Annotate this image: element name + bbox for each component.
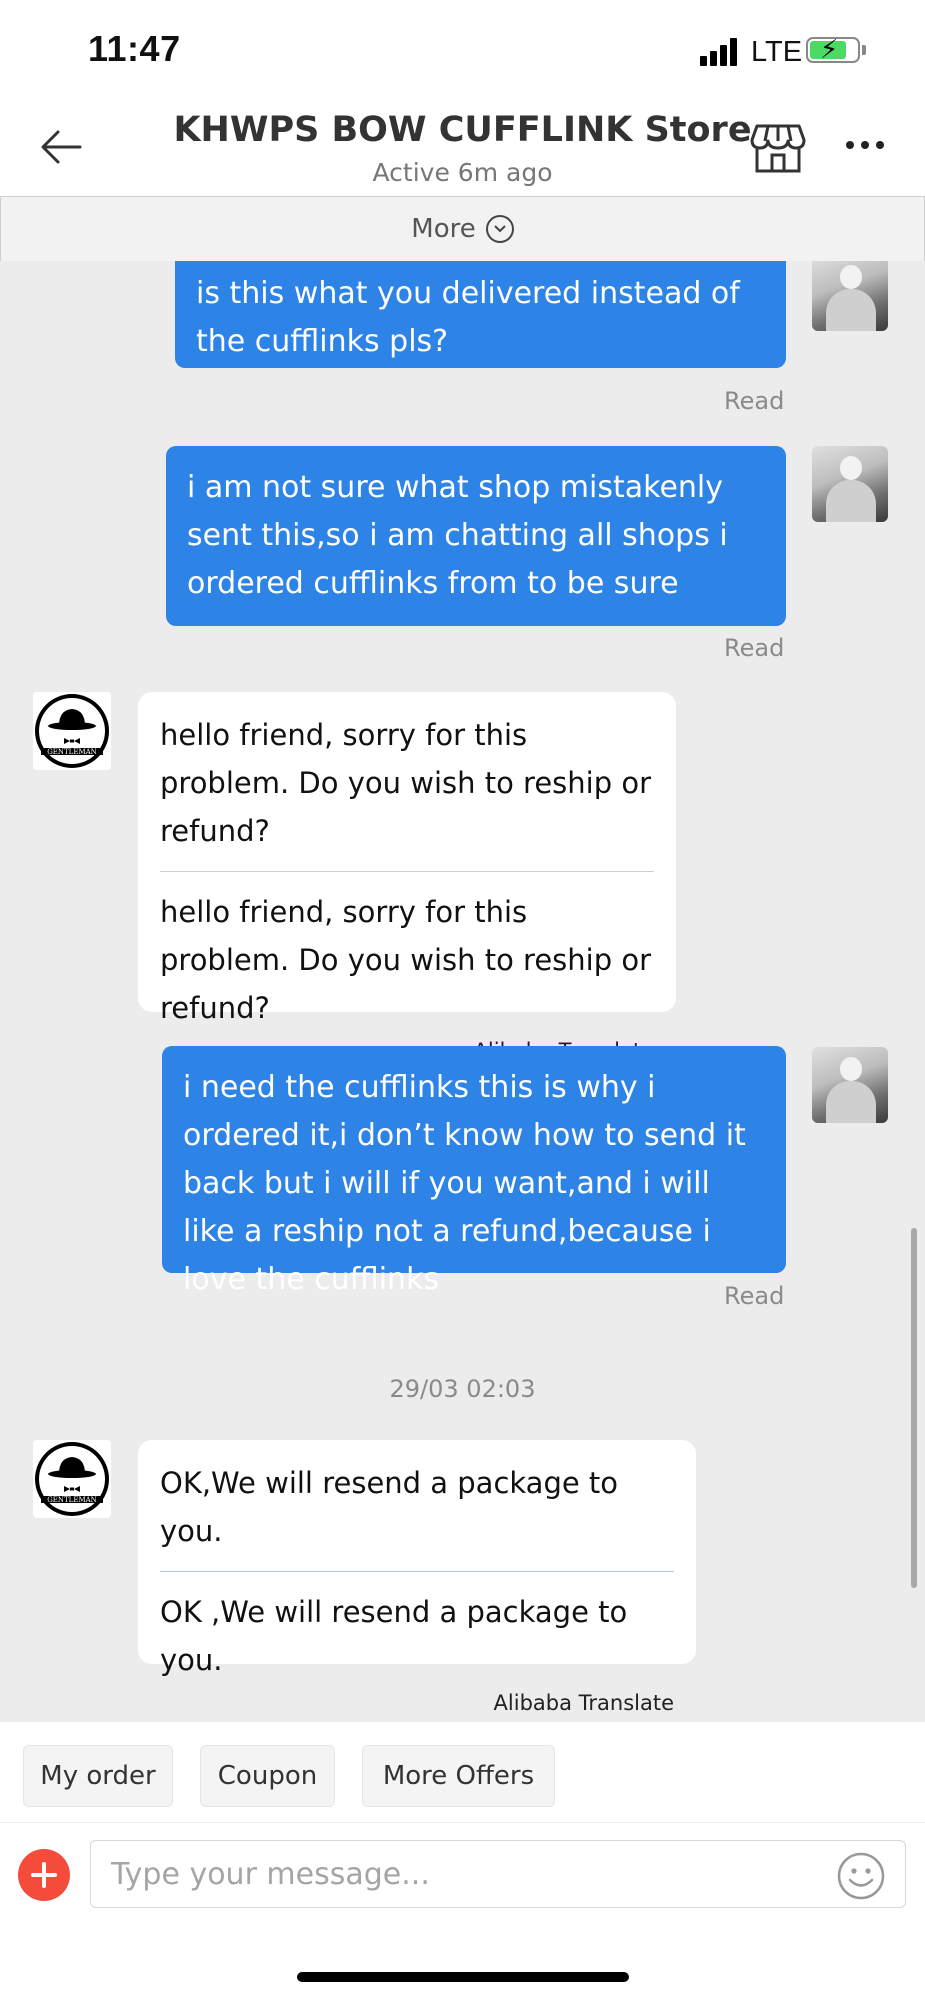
store-avatar[interactable]: GENTLEMAN [33, 1440, 111, 1518]
message-text: i need the cufflinks this is why i order… [183, 1070, 746, 1297]
battery-tip [862, 45, 866, 55]
home-indicator[interactable] [297, 1972, 629, 1982]
more-label: More [411, 214, 476, 244]
more-offers-button[interactable]: More Offers [362, 1745, 555, 1807]
read-receipt: Read [724, 387, 785, 415]
read-receipt: Read [724, 634, 785, 662]
more-toggle-bar[interactable]: More [0, 196, 925, 262]
logo-text: GENTLEMAN [47, 1496, 97, 1504]
status-time: 11:47 [88, 28, 181, 69]
user-avatar[interactable] [812, 261, 888, 331]
battery-icon: ⚡ [806, 35, 860, 65]
incoming-message[interactable]: hello friend, sorry for this problem. Do… [138, 692, 676, 1063]
user-avatar[interactable] [812, 446, 888, 522]
message-text: hello friend, sorry for this problem. Do… [160, 718, 652, 848]
message-text: is this what you delivered instead of th… [196, 276, 740, 359]
message-input[interactable] [90, 1840, 906, 1908]
outgoing-message[interactable]: i am not sure what shop mistakenly sent … [166, 446, 786, 626]
my-order-button[interactable]: My order [23, 1745, 173, 1807]
signal-icon [700, 38, 742, 66]
date-separator: 29/03 02:03 [389, 1375, 536, 1403]
translate-label[interactable]: Alibaba Translate [160, 1690, 674, 1716]
chat-area[interactable]: is this what you delivered instead of th… [0, 261, 925, 1722]
gentleman-logo-icon: GENTLEMAN [35, 1442, 109, 1516]
translation-divider [160, 871, 654, 872]
emoji-icon[interactable] [836, 1851, 886, 1901]
outgoing-message[interactable]: is this what you delivered instead of th… [175, 261, 786, 368]
message-text: i am not sure what shop mistakenly sent … [187, 470, 728, 601]
logo-text: GENTLEMAN [47, 748, 97, 756]
store-avatar[interactable]: GENTLEMAN [33, 692, 111, 770]
status-bar: 11:47 LTE ⚡ [0, 0, 925, 100]
network-label: LTE [751, 36, 803, 68]
translation-text: OK ,We will resend a package to you. [160, 1595, 628, 1677]
message-input-bar [0, 1822, 925, 1923]
message-text: OK,We will resend a package to you. [160, 1466, 619, 1548]
gentleman-logo-icon: GENTLEMAN [35, 694, 109, 768]
translation-text: hello friend, sorry for this problem. Do… [160, 895, 652, 1025]
chat-header: KHWPS BOW CUFFLINK Store Active 6m ago [0, 100, 925, 196]
read-receipt: Read [724, 1282, 785, 1310]
more-options-icon[interactable] [840, 130, 890, 160]
user-avatar[interactable] [812, 1047, 888, 1123]
translation-divider [160, 1571, 674, 1572]
chevron-down-icon [485, 215, 514, 243]
store-icon[interactable] [750, 122, 806, 174]
coupon-button[interactable]: Coupon [200, 1745, 335, 1807]
quick-replies-bar: My order Coupon More Offers [0, 1722, 925, 1822]
add-attachment-button[interactable] [18, 1849, 70, 1901]
incoming-message[interactable]: OK,We will resend a package to you. OK ,… [138, 1440, 696, 1715]
chat-scrollbar[interactable] [911, 1228, 917, 1588]
outgoing-message[interactable]: i need the cufflinks this is why i order… [162, 1046, 786, 1297]
